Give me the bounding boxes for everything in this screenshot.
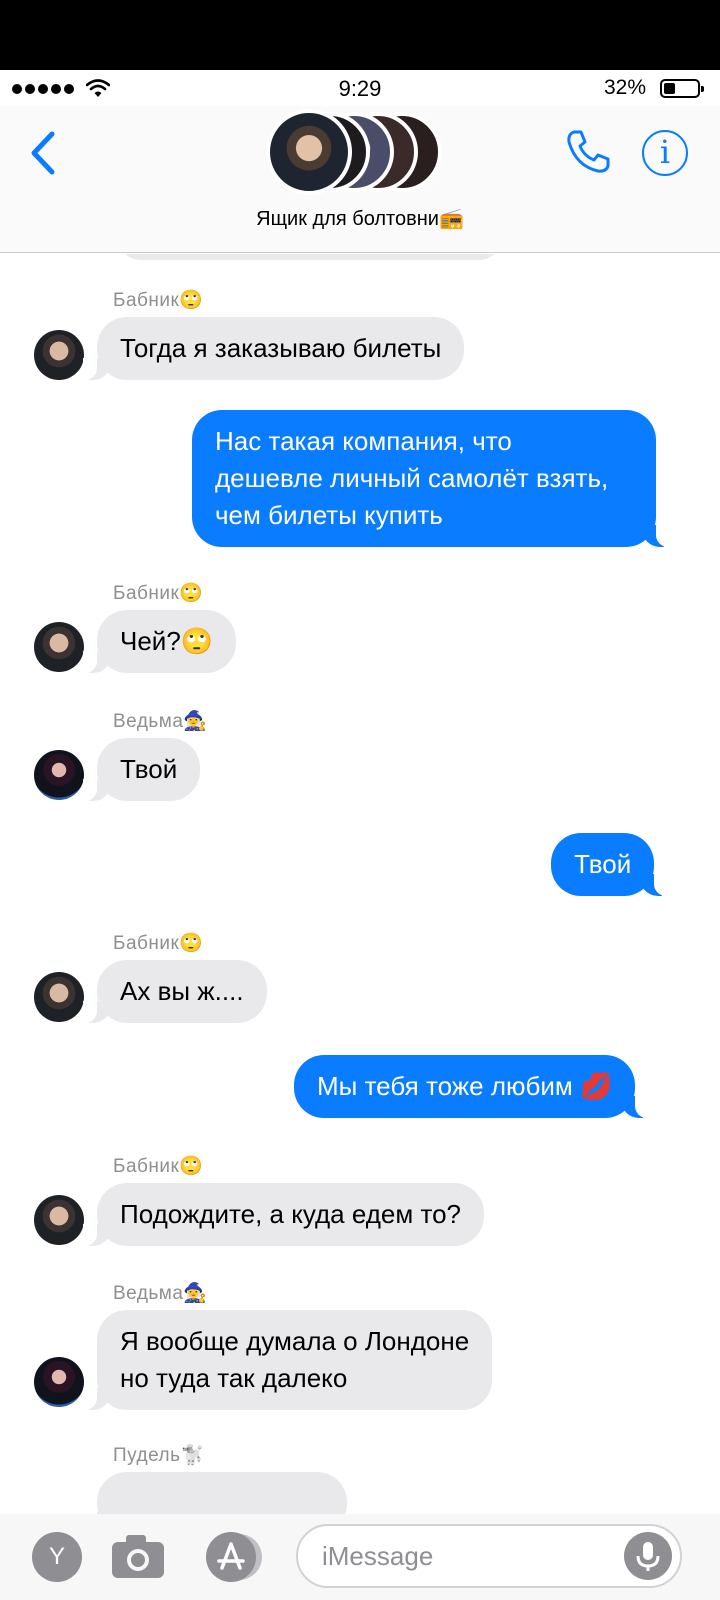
sender-name: Пудель🐩 — [113, 1445, 205, 1466]
message-bubble-incoming[interactable]: Тогда я заказываю билеты — [82, 317, 465, 380]
message-bubble-outgoing[interactable]: Твой — [551, 833, 669, 896]
message-bubble-partial — [120, 254, 500, 260]
microphone-icon[interactable] — [624, 1532, 672, 1580]
avatar — [266, 109, 352, 195]
battery-percentage: 32% — [604, 76, 647, 99]
sender-name: Бабник🙄 — [113, 1156, 204, 1177]
group-title[interactable]: Ящик для болтовни📻 — [0, 206, 720, 231]
message-bubble-outgoing[interactable]: Нас такая компания, что дешевле личный с… — [192, 410, 670, 547]
message-bubble-incoming[interactable] — [83, 1472, 347, 1514]
battery-icon — [660, 79, 704, 98]
message-bubble-outgoing[interactable]: Мы тебя тоже любим 💋 — [294, 1055, 650, 1118]
avatar[interactable] — [34, 1357, 84, 1407]
composer-bar: Y — [0, 1514, 720, 1600]
info-icon[interactable]: i — [642, 130, 688, 176]
avatar[interactable] — [34, 750, 84, 800]
conversation-header: Ящик для болтовни📻 i — [0, 106, 720, 253]
sender-name: Бабник🙄 — [113, 933, 204, 954]
sender-name: Ведьма🧙‍♀️ — [113, 711, 208, 732]
message-thread[interactable]: Бабник🙄 Тогда я заказываю билеты Нас так… — [0, 254, 720, 1514]
message-input[interactable] — [296, 1524, 682, 1588]
top-black-bar — [0, 0, 720, 70]
sender-name: Бабник🙄 — [113, 290, 204, 311]
sender-name: Ведьма🧙‍♀️ — [113, 1283, 208, 1304]
avatar[interactable] — [34, 1195, 84, 1245]
avatar[interactable] — [34, 330, 84, 380]
status-bar: 9:29 32% — [0, 70, 720, 106]
phone-icon[interactable] — [562, 126, 614, 178]
message-input-field[interactable] — [322, 1526, 602, 1586]
message-bubble-incoming[interactable]: Подождите, а куда едем то? — [82, 1183, 485, 1246]
avatar[interactable] — [34, 622, 84, 672]
group-avatars[interactable] — [266, 106, 466, 196]
message-bubble-incoming[interactable]: Твой — [82, 738, 201, 801]
app-store-icon[interactable] — [206, 1532, 256, 1582]
message-bubble-incoming[interactable]: Ах вы ж.... — [83, 960, 267, 1023]
avatar[interactable] — [34, 972, 84, 1022]
message-bubble-incoming[interactable]: Чей?🙄 — [82, 610, 237, 673]
camera-icon[interactable] — [110, 1532, 166, 1580]
sender-name: Бабник🙄 — [113, 583, 204, 604]
message-bubble-incoming[interactable]: Я вообще думала о Лондоне но туда так да… — [82, 1310, 493, 1410]
app-y-icon[interactable]: Y — [32, 1532, 82, 1582]
chevron-left-icon[interactable] — [26, 128, 62, 178]
